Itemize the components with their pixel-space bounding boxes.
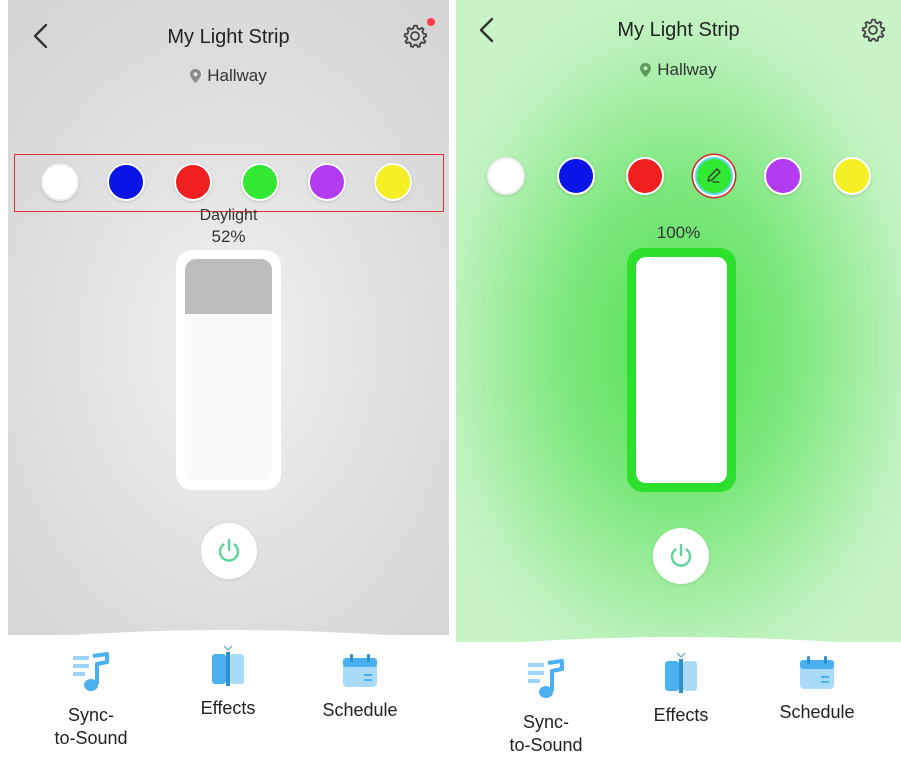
bottom-tab-bar: Sync- to-Sound Effects Schedule (8, 615, 449, 766)
swatch-white[interactable] (487, 157, 525, 195)
calendar-icon (800, 656, 834, 689)
slider-track (636, 257, 727, 483)
screen-right: My Light Strip Hallway 100% Sync- to-Sou… (456, 0, 901, 766)
tab-effects[interactable]: Effects (168, 643, 288, 720)
bottom-tab-bar: Sync- to-Sound Effects Schedule (456, 622, 901, 766)
swatch-purple[interactable] (764, 157, 802, 195)
page-title: My Light Strip (617, 19, 740, 41)
location-label: Hallway (207, 66, 267, 85)
location-label: Hallway (657, 60, 717, 79)
gear-icon (403, 24, 428, 49)
power-button[interactable] (653, 528, 709, 584)
tab-schedule[interactable]: Schedule (757, 655, 877, 724)
effects-icon (665, 652, 697, 693)
location-pin-icon (640, 62, 652, 82)
tab-label: Sync- to-Sound (54, 705, 128, 748)
tab-label: Schedule (322, 700, 398, 720)
music-note-icon (528, 659, 564, 698)
slider-track (185, 259, 272, 481)
brightness-slider[interactable] (627, 248, 736, 492)
tab-label: Effects (653, 705, 709, 725)
tab-label: Sync- to-Sound (509, 712, 583, 755)
tab-effects[interactable]: Effects (621, 650, 741, 727)
location-row: Hallway (8, 66, 449, 88)
power-icon (218, 538, 240, 562)
swatch-yellow[interactable] (833, 157, 871, 195)
power-button[interactable] (201, 523, 257, 579)
notification-dot (427, 18, 435, 26)
gear-icon (861, 18, 886, 43)
settings-button[interactable] (859, 16, 889, 46)
swatch-green-selected[interactable] (695, 157, 733, 195)
tab-label: Effects (200, 698, 256, 718)
effects-icon (212, 645, 244, 686)
brightness-label: 52% (211, 227, 246, 246)
swatch-red[interactable] (626, 157, 664, 195)
pencil-edit-icon (707, 168, 721, 183)
screen-left: My Light Strip Hallway Daylight 52% Sync… (8, 0, 449, 766)
page-title: My Light Strip (167, 26, 290, 48)
calendar-icon (343, 654, 377, 687)
settings-button[interactable] (401, 18, 435, 52)
slider-fill (185, 259, 272, 315)
location-row: Hallway (456, 60, 901, 82)
location-pin-icon (190, 68, 202, 88)
music-note-icon (73, 652, 109, 691)
swatch-blue[interactable] (557, 157, 595, 195)
brightness-slider[interactable] (176, 250, 281, 490)
mode-label: Daylight (199, 207, 258, 224)
annotation-highlight-box (14, 154, 444, 212)
tab-sync-to-sound[interactable]: Sync- to-Sound (31, 652, 151, 750)
brightness-label: 100% (656, 223, 701, 242)
tab-label: Schedule (779, 702, 855, 722)
tab-schedule[interactable]: Schedule (300, 653, 420, 722)
color-swatch-row (456, 157, 901, 197)
power-icon (670, 543, 692, 567)
tab-sync-to-sound[interactable]: Sync- to-Sound (486, 659, 606, 757)
